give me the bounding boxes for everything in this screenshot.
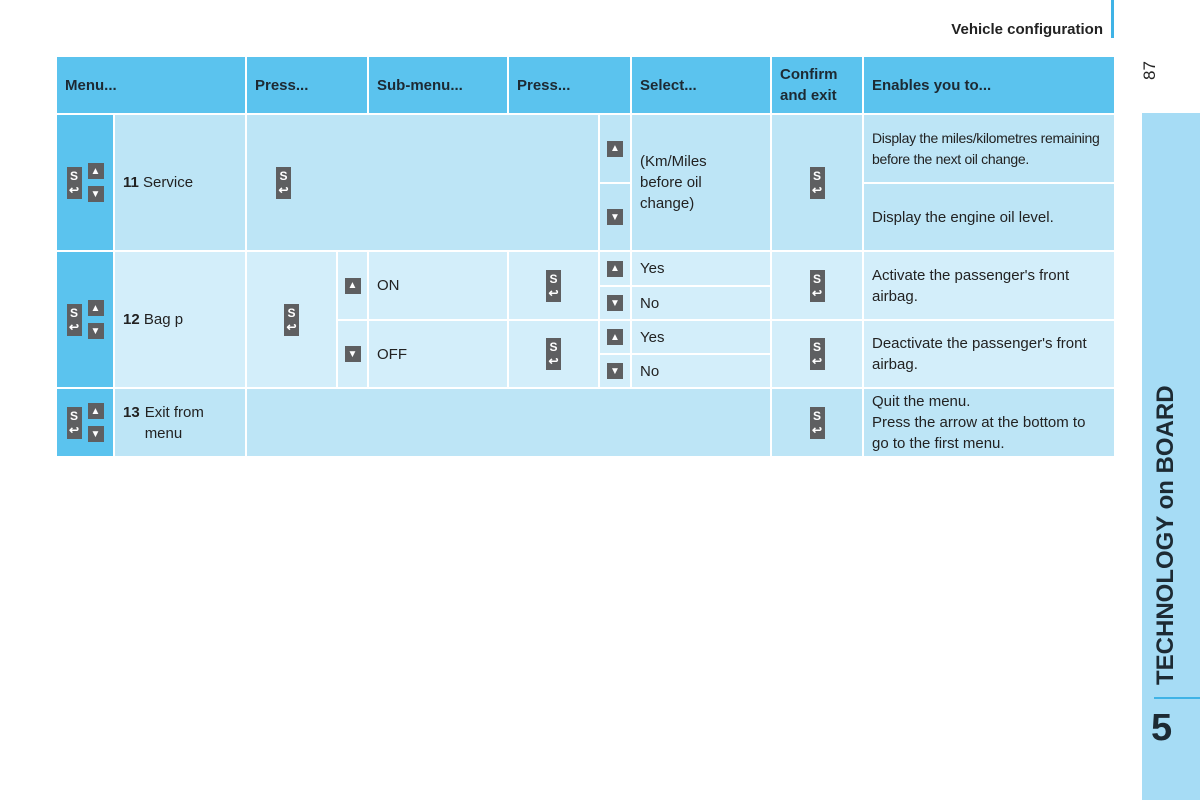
down-arrow-icon: ▼ (607, 295, 623, 311)
select-key-icon: S ↩ (546, 338, 561, 370)
select-key-icon: S ↩ (284, 303, 299, 336)
select-key-icon: S ↩ (809, 166, 825, 199)
arrow-cell: ▲ (600, 115, 630, 182)
select-key-icon: S ↩ (66, 303, 82, 336)
confirm-cell: S ↩ (772, 252, 862, 319)
select-oil-change: (Km/Miles before oil change) (632, 115, 770, 250)
col-press: Press... (247, 57, 367, 113)
enables-text: Deactivate the passenger's front airbag. (864, 321, 1114, 387)
arrow-cell: ▼ (338, 321, 367, 387)
confirm-cell: S ↩ (772, 389, 862, 456)
chapter-title: TECHNOLOGY on BOARD (1152, 385, 1179, 685)
option-yes: Yes (632, 252, 770, 285)
col-confirm: Confirm and exit (772, 57, 862, 113)
select-key-icon: S ↩ (809, 269, 825, 302)
press-cell: S ↩ (247, 252, 336, 387)
down-arrow-icon: ▼ (87, 426, 104, 442)
down-arrow-icon: ▼ (87, 186, 104, 202)
chapter-sidebar: TECHNOLOGY on BOARD 5 (1142, 113, 1200, 800)
up-arrow-icon: ▲ (344, 277, 361, 294)
col-select: Select... (632, 57, 770, 113)
confirm-cell: S ↩ (772, 115, 862, 250)
option-no: No (632, 355, 770, 387)
select-key-icon: S ↩ (66, 406, 82, 439)
col-submenu: Sub-menu... (369, 57, 507, 113)
select-key-icon: S ↩ (546, 269, 561, 302)
up-arrow-icon: ▲ (607, 260, 623, 277)
empty-cell (247, 389, 770, 456)
select-key-icon: S ↩ (66, 166, 82, 199)
select-key-icon: S ↩ (809, 406, 825, 439)
nav-keys: S ↩ ▲ ▼ (57, 252, 113, 387)
nav-keys: S ↩ ▲ ▼ (57, 115, 113, 250)
page-number: 87 (1140, 61, 1159, 80)
nav-keys: S ↩ ▲ ▼ (57, 389, 113, 456)
press-cell: S ↩ (509, 252, 598, 319)
enables-text: Display the engine oil level. (864, 184, 1114, 250)
up-arrow-icon: ▲ (607, 140, 623, 157)
menu-item-bag: 12 Bag p (115, 252, 245, 387)
enables-text: Activate the passenger's front airbag. (864, 252, 1114, 319)
down-arrow-icon: ▼ (607, 363, 623, 379)
arrow-cell: ▼ (600, 287, 630, 319)
up-arrow-icon: ▲ (87, 403, 104, 419)
up-arrow-icon: ▲ (87, 300, 104, 316)
option-no: No (632, 287, 770, 319)
chapter-number: 5 (1151, 707, 1173, 749)
col-press-2: Press... (509, 57, 630, 113)
chapter-divider (1154, 697, 1200, 699)
confirm-cell: S ↩ (772, 321, 862, 387)
header-title: Vehicle configuration (951, 21, 1103, 38)
submenu-on: ON (369, 252, 507, 319)
arrow-cell: ▲ (600, 252, 630, 285)
enables-text: Display the miles/kilometres remaining b… (864, 115, 1114, 182)
arrow-cell: ▲ (338, 252, 367, 319)
arrow-cell: ▼ (600, 355, 630, 387)
select-key-icon: S ↩ (276, 166, 291, 199)
down-arrow-icon: ▼ (607, 209, 623, 225)
menu-item-exit: 13 Exit from menu (115, 389, 245, 456)
header-rule (1111, 0, 1114, 38)
option-yes: Yes (632, 321, 770, 353)
up-arrow-icon: ▲ (87, 163, 104, 179)
menu-item-service: 11 Service (115, 115, 245, 250)
select-key-icon: S ↩ (809, 338, 825, 370)
down-arrow-icon: ▼ (87, 323, 104, 339)
enables-text: Quit the menu. Press the arrow at the bot… (864, 389, 1114, 456)
down-arrow-icon: ▼ (344, 346, 361, 362)
col-enables: Enables you to... (864, 57, 1114, 113)
col-menu: Menu... (57, 57, 245, 113)
arrow-cell: ▲ (600, 321, 630, 353)
submenu-off: OFF (369, 321, 507, 387)
arrow-cell: ▼ (600, 184, 630, 250)
press-cell: S ↩ (247, 115, 598, 250)
press-cell: S ↩ (509, 321, 598, 387)
up-arrow-icon: ▲ (607, 329, 623, 345)
